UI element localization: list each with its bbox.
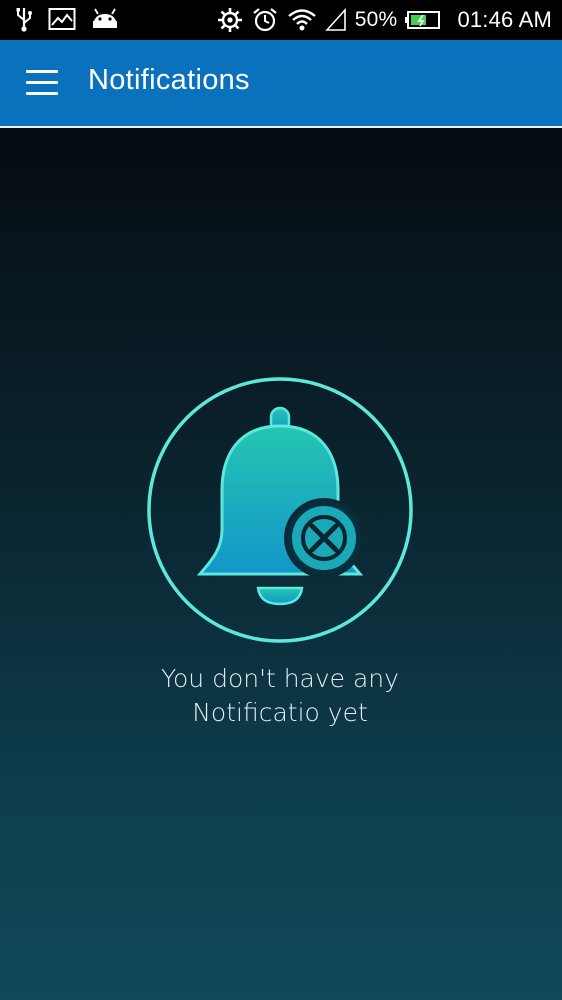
empty-state-message: You don't have any Notificatio yet <box>60 662 500 730</box>
clock: 01:46 AM <box>457 7 552 32</box>
gallery-icon <box>48 7 76 31</box>
status-left-icons <box>14 6 120 32</box>
empty-state-line-2: Notificatio yet <box>192 698 368 727</box>
battery-percent: 50% <box>354 8 398 31</box>
usb-icon <box>14 6 34 32</box>
signal-icon <box>325 8 347 32</box>
app-bar: Notifications <box>0 40 562 128</box>
wifi-icon <box>287 7 317 33</box>
android-icon <box>90 8 120 30</box>
alarm-icon <box>251 7 279 33</box>
battery-icon <box>405 10 441 30</box>
screen: 50% 01:46 AM Notifications You don't hav… <box>0 0 562 1000</box>
bell-off-icon <box>140 374 420 654</box>
empty-state-line-1: You don't have any <box>161 664 399 693</box>
page-title: Notifications <box>88 64 250 96</box>
status-bar: 50% 01:46 AM <box>0 0 562 40</box>
status-right-icons: 50% 01:46 AM <box>217 6 552 34</box>
notifications-content: You don't have any Notificatio yet <box>0 128 562 1000</box>
settings-icon <box>217 7 243 33</box>
hamburger-menu-icon[interactable] <box>22 66 64 102</box>
